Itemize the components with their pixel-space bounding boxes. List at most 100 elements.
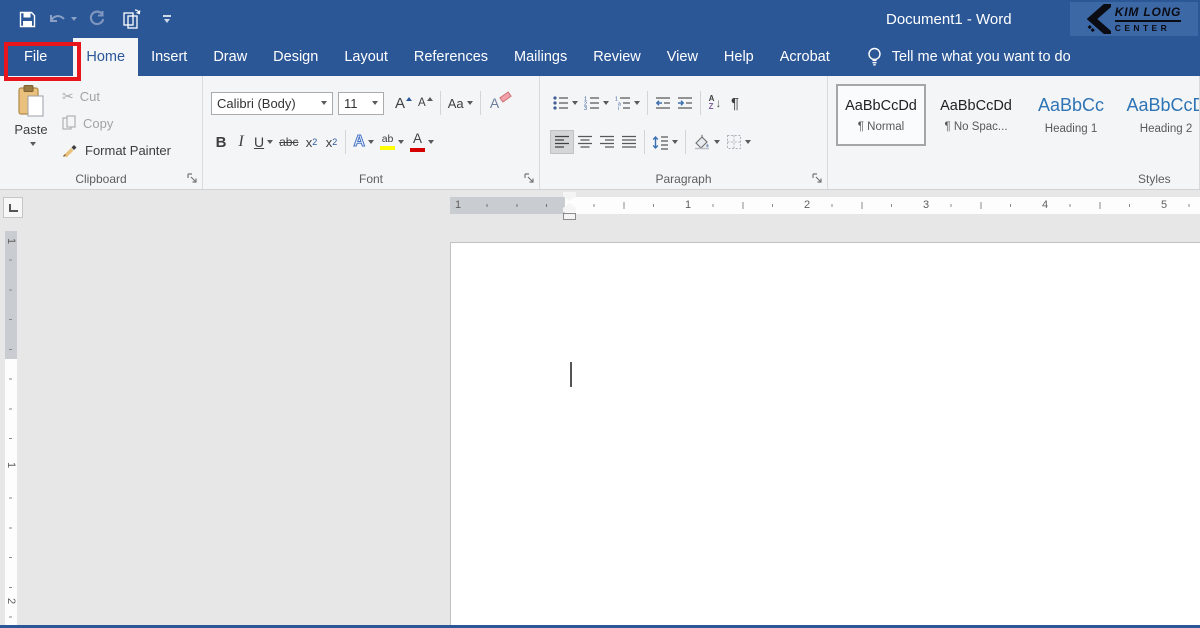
tell-me-box[interactable]: Tell me what you want to do (867, 38, 1071, 76)
redo-button[interactable] (86, 7, 108, 31)
font-color-bar (410, 148, 425, 152)
grow-font-button[interactable]: A (392, 91, 415, 115)
font-family-select[interactable]: Calibri (Body) (211, 92, 333, 115)
decrease-indent-button[interactable] (652, 91, 674, 115)
save-button[interactable] (16, 7, 38, 31)
copy-refresh-button[interactable] (121, 7, 143, 31)
tab-view[interactable]: View (654, 38, 711, 76)
tab-review[interactable]: Review (580, 38, 654, 76)
style-no-spacing[interactable]: AaBbCcDd ¶ No Spac... (931, 84, 1021, 146)
borders-button[interactable] (723, 130, 754, 154)
show-marks-button[interactable]: ¶ (725, 91, 745, 115)
highlight-icon: ab (380, 134, 395, 151)
chevron-down-icon (321, 101, 327, 105)
qat-customize-icon (163, 15, 171, 23)
tab-references[interactable]: References (401, 38, 501, 76)
style-name: Heading 1 (1045, 123, 1097, 135)
tab-mailings[interactable]: Mailings (501, 38, 580, 76)
clipboard-buttons: ✂ Cut Copy Format Painter (62, 86, 171, 160)
clear-formatting-button[interactable]: A (485, 91, 505, 115)
style-normal[interactable]: AaBbCcDd ¶ Normal (836, 84, 926, 146)
clipboard-dialog-launcher[interactable] (187, 173, 198, 184)
ruler-number: 2 (5, 595, 17, 607)
strikethrough-button[interactable]: abc (276, 130, 301, 154)
chevron-down-icon (603, 101, 609, 105)
underline-label: U (254, 134, 264, 150)
text-effects-button[interactable]: A (350, 130, 377, 154)
style-heading2[interactable]: AaBbCcD Heading 2 (1121, 84, 1200, 146)
shrink-font-label: A (418, 97, 426, 109)
undo-button[interactable] (51, 7, 73, 31)
align-center-button[interactable] (574, 130, 596, 154)
clipboard-group: Paste ✂ Cut Copy Forma (0, 76, 203, 189)
logo-chevron-icon (1087, 4, 1111, 34)
numbering-button[interactable]: 123 (581, 91, 612, 115)
copy-label: Copy (83, 116, 113, 131)
paste-button[interactable]: Paste (6, 84, 56, 172)
left-indent-marker[interactable] (563, 213, 576, 220)
document-page[interactable] (450, 242, 1200, 625)
italic-button[interactable]: I (231, 130, 251, 154)
copy-refresh-icon (121, 8, 143, 30)
shading-button[interactable] (690, 130, 723, 154)
chevron-down-icon (267, 140, 273, 144)
qat-customize-button[interactable] (156, 7, 178, 31)
tab-draw[interactable]: Draw (200, 38, 260, 76)
superscript-2: 2 (332, 137, 337, 147)
justify-button[interactable] (618, 130, 640, 154)
tab-design[interactable]: Design (260, 38, 331, 76)
increase-indent-button[interactable] (674, 91, 696, 115)
arrow-up-icon (427, 97, 433, 101)
svg-text:3: 3 (584, 106, 587, 110)
scissors-icon: ✂ (62, 88, 74, 105)
bold-button[interactable]: B (211, 130, 231, 154)
tab-insert[interactable]: Insert (138, 38, 200, 76)
tab-layout[interactable]: Layout (331, 38, 401, 76)
sort-button[interactable]: A Z ↓ (705, 91, 725, 115)
horizontal-ruler[interactable]: 1 1 2 3 4 5 (450, 197, 1200, 214)
multilevel-list-button[interactable]: 1ai (612, 91, 643, 115)
font-size-select[interactable]: 11 (338, 92, 384, 115)
paragraph-dialog-launcher[interactable] (812, 173, 823, 184)
tab-file[interactable]: File (6, 38, 65, 76)
bullets-button[interactable] (550, 91, 581, 115)
font-dialog-launcher[interactable] (524, 173, 535, 184)
font-color-button[interactable]: A (407, 130, 437, 154)
tab-acrobat[interactable]: Acrobat (767, 38, 843, 76)
line-spacing-icon (652, 135, 669, 150)
chevron-down-icon (428, 140, 434, 144)
quick-access-toolbar (16, 0, 178, 38)
align-right-button[interactable] (596, 130, 618, 154)
copy-button[interactable]: Copy (62, 113, 171, 133)
kimlong-logo: KIM LONG CENTER (1070, 2, 1198, 36)
undo-dropdown-icon (71, 17, 77, 21)
cut-button[interactable]: ✂ Cut (62, 86, 171, 106)
tab-help[interactable]: Help (711, 38, 767, 76)
ruler-number: 2 (802, 199, 812, 211)
change-case-button[interactable]: Aa (445, 91, 476, 115)
tab-stop-selector[interactable] (3, 197, 23, 218)
format-painter-button[interactable]: Format Painter (62, 140, 171, 160)
tell-me-label: Tell me what you want to do (892, 49, 1071, 65)
multilevel-list-icon: 1ai (615, 96, 631, 110)
font-group-label: Font (203, 172, 539, 186)
font-size-value: 11 (344, 96, 358, 111)
arrow-down-icon: ↓ (715, 96, 721, 110)
style-heading1[interactable]: AaBbCc Heading 1 (1026, 84, 1116, 146)
highlight-button[interactable]: ab (377, 130, 407, 154)
shrink-font-button[interactable]: A (415, 91, 436, 115)
vertical-ruler[interactable]: 1 1 2 (5, 231, 17, 625)
subscript-button[interactable]: x2 (301, 130, 321, 154)
styles-group: AaBbCcDd ¶ Normal AaBbCcDd ¶ No Spac... … (828, 76, 1200, 189)
justify-icon (621, 135, 637, 149)
text-cursor (570, 362, 572, 387)
tab-home[interactable]: Home (73, 38, 138, 76)
eraser-icon (499, 91, 511, 102)
line-spacing-button[interactable] (649, 130, 681, 154)
style-name: ¶ Normal (858, 121, 904, 133)
undo-icon (48, 11, 68, 27)
align-left-button[interactable] (550, 130, 574, 154)
underline-button[interactable]: U (251, 130, 276, 154)
superscript-button[interactable]: x2 (321, 130, 341, 154)
format-painter-label: Format Painter (85, 143, 171, 158)
